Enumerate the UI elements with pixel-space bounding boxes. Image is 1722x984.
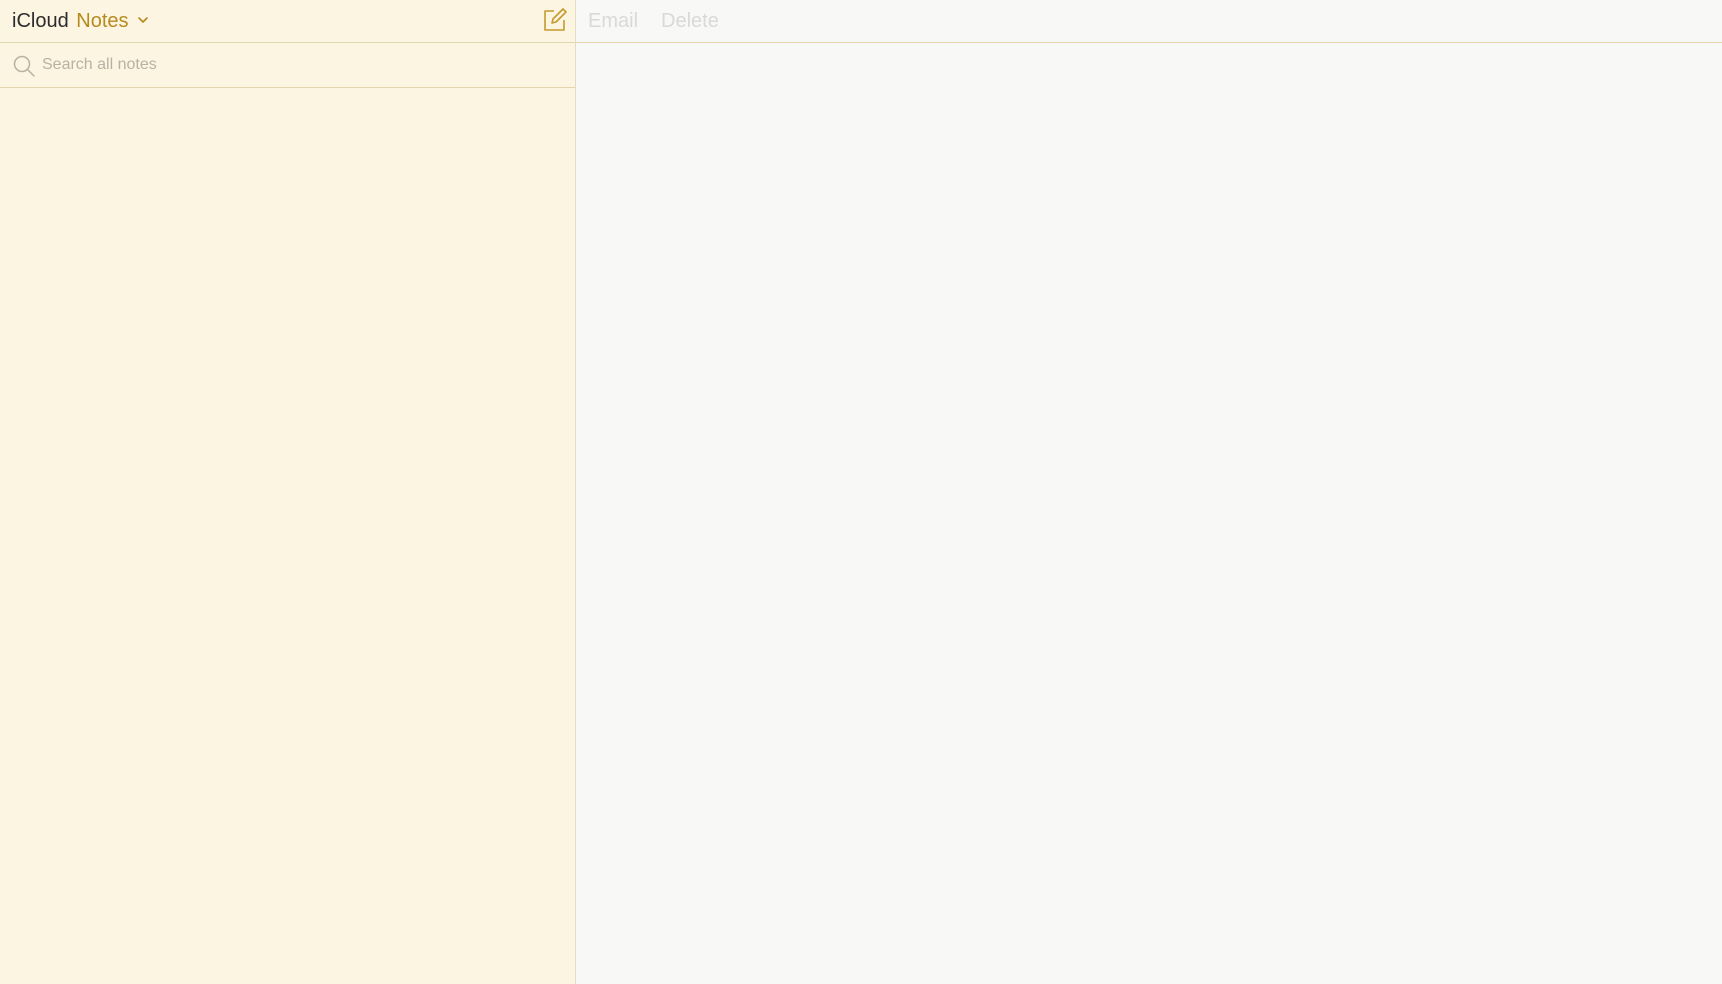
app-switcher[interactable]: iCloud Notes (12, 9, 150, 33)
app-name-label: Notes (76, 10, 129, 32)
search-bar (0, 43, 575, 88)
compose-icon[interactable] (540, 6, 568, 34)
notes-app: iCloud Notes Email Delete (0, 0, 1722, 984)
sidebar-header: iCloud Notes (0, 0, 575, 43)
notes-list (0, 88, 575, 984)
delete-button[interactable]: Delete (661, 9, 719, 33)
search-input[interactable] (40, 51, 564, 79)
chevron-down-icon (138, 16, 148, 23)
notes-sidebar: iCloud Notes (0, 0, 576, 984)
email-button[interactable]: Email (588, 9, 638, 33)
note-editor: Email Delete (576, 0, 1722, 984)
editor-toolbar: Email Delete (576, 0, 1722, 43)
search-icon (13, 55, 35, 77)
note-body[interactable] (576, 43, 1722, 984)
brand-label: iCloud (12, 10, 69, 32)
